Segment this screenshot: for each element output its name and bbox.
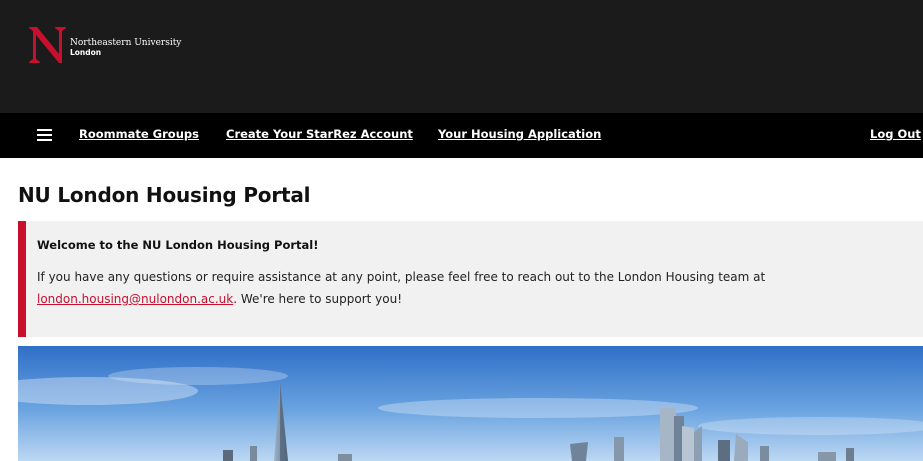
logo-wordmark: Northeastern University London xyxy=(70,38,181,58)
london-skyline-image xyxy=(18,346,923,461)
nav-link-create-starrez-account[interactable]: Create Your StarRez Account xyxy=(226,127,413,141)
logo-university-name: Northeastern University xyxy=(70,38,182,48)
page-title: NU London Housing Portal xyxy=(18,183,311,207)
welcome-message-closing: . We're here to support you! xyxy=(233,292,403,306)
nav-link-roommate-groups[interactable]: Roommate Groups xyxy=(79,127,199,141)
housing-email-link[interactable]: london.housing@nulondon.ac.uk xyxy=(37,292,233,306)
main-navigation: Roommate Groups Create Your StarRez Acco… xyxy=(0,113,923,158)
logo-campus-name: London xyxy=(70,48,102,57)
northeastern-london-logo[interactable]: Northeastern University London xyxy=(28,24,181,64)
welcome-heading: Welcome to the NU London Housing Portal! xyxy=(37,238,319,252)
site-header: Northeastern University London xyxy=(0,0,923,113)
hamburger-menu-icon[interactable] xyxy=(37,129,52,141)
log-out-link[interactable]: Log Out xyxy=(870,127,921,141)
welcome-message-text: If you have any questions or require ass… xyxy=(37,270,766,284)
northeastern-n-logo-icon xyxy=(29,27,66,63)
welcome-callout: Welcome to the NU London Housing Portal!… xyxy=(18,221,923,337)
housing-portal-page: Northeastern University London Roommate … xyxy=(0,0,923,461)
callout-accent-bar xyxy=(18,221,26,337)
welcome-message: If you have any questions or require ass… xyxy=(37,266,907,310)
nav-link-housing-application[interactable]: Your Housing Application xyxy=(438,127,601,141)
